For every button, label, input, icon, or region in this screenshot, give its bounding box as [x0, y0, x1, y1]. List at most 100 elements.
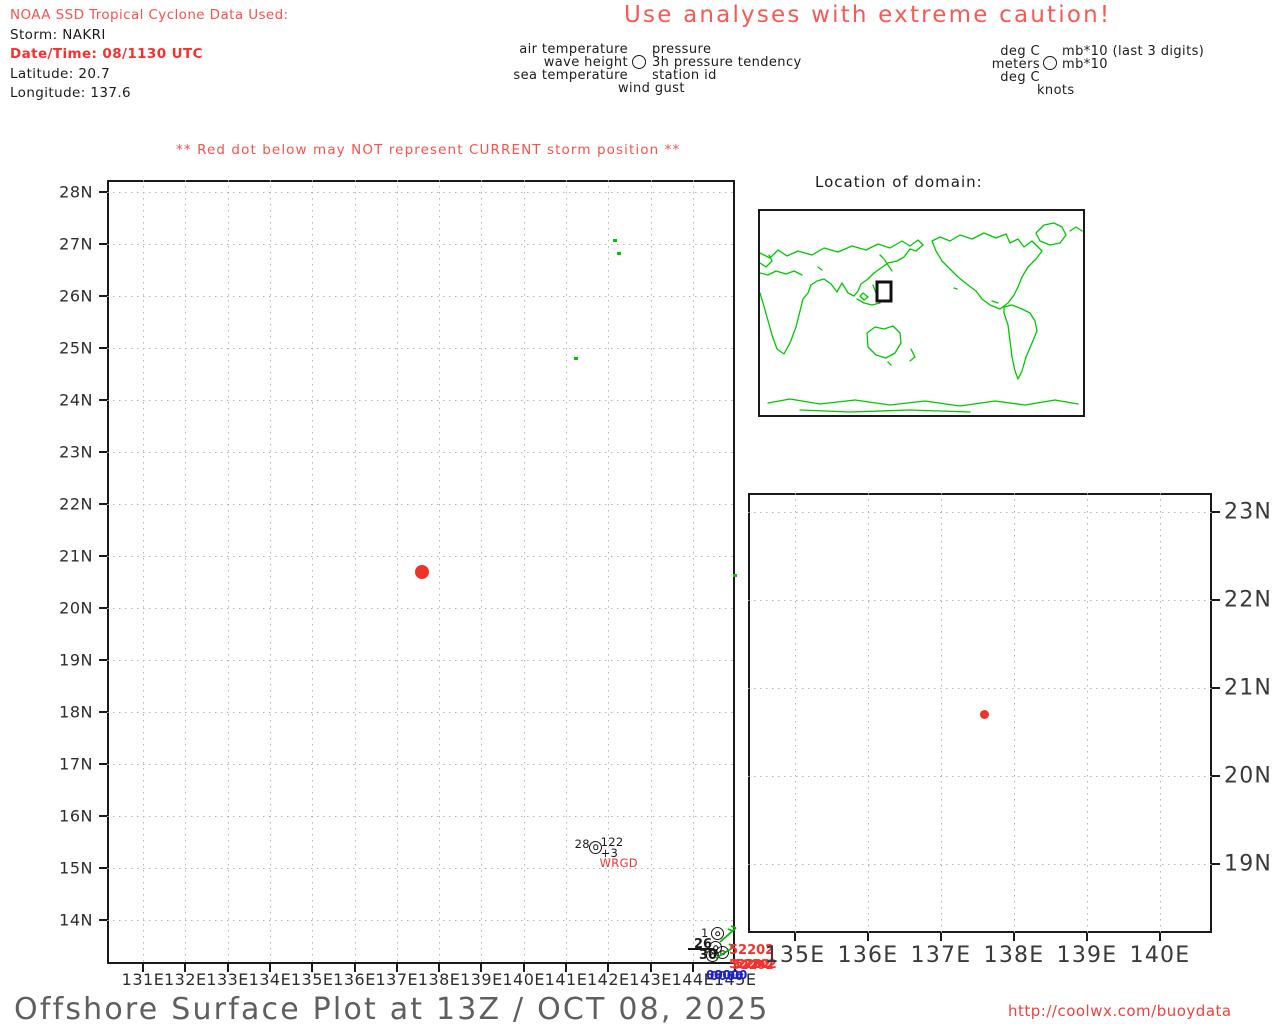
- y-tick-label: 22N: [1224, 587, 1273, 613]
- y-tick-label: 23N: [1224, 499, 1273, 525]
- y-tick-mark: [99, 451, 107, 453]
- y-gridline: [748, 776, 1212, 777]
- x-gridline: [1087, 493, 1088, 933]
- x-tick-mark: [794, 933, 796, 941]
- y-tick-mark: [99, 191, 107, 193]
- data-source-line: NOAA SSD Tropical Cyclone Data Used:: [10, 7, 289, 23]
- x-gridline: [523, 180, 525, 964]
- y-tick-mark: [1212, 687, 1220, 689]
- legend-wind-gust: wind gust: [618, 81, 685, 96]
- x-tick-label: 131E: [121, 970, 165, 989]
- y-gridline: [107, 868, 735, 869]
- x-gridline: [481, 180, 483, 964]
- storm-info-block: NOAA SSD Tropical Cyclone Data Used: Sto…: [10, 6, 289, 104]
- y-tick-mark: [99, 243, 107, 245]
- x-gridline: [439, 180, 441, 964]
- y-tick-label: 27N: [59, 234, 93, 254]
- x-gridline: [354, 180, 356, 964]
- station-id: WRGD: [599, 856, 638, 871]
- y-tick-mark: [99, 295, 107, 297]
- x-tick-label: 136E: [333, 970, 376, 989]
- y-gridline: [107, 712, 735, 713]
- x-tick-label: 133E: [206, 970, 249, 989]
- x-tick-label: 137E: [375, 970, 419, 989]
- y-tick-mark: [99, 815, 107, 817]
- y-gridline: [107, 920, 735, 921]
- x-tick-label: 143E: [629, 970, 672, 989]
- station-air-temp: 28: [574, 837, 590, 852]
- y-tick-mark: [99, 399, 107, 401]
- y-tick-mark: [99, 347, 107, 349]
- source-url-link[interactable]: http://coolwx.com/buoydata: [1008, 1002, 1232, 1020]
- y-tick-mark: [99, 659, 107, 661]
- y-gridline: [107, 660, 735, 661]
- page-title: Offshore Surface Plot at 13Z / OCT 08, 2…: [14, 992, 770, 1024]
- y-tick-label: 21N: [1224, 675, 1273, 701]
- x-gridline: [566, 180, 567, 964]
- y-gridline: [107, 400, 735, 401]
- antarctica-coast: [767, 398, 1079, 413]
- y-gridline: [107, 452, 735, 453]
- buoy-plot-page: NOAA SSD Tropical Cyclone Data Used: Sto…: [0, 0, 1280, 1024]
- x-gridline: [185, 180, 187, 964]
- x-gridline: [795, 493, 796, 933]
- eurasia-coast: [759, 239, 924, 297]
- storm-position-warning: ** Red dot below may NOT represent CURRE…: [176, 142, 681, 158]
- y-tick-label: 26N: [59, 286, 93, 306]
- y-tick-label: 24N: [59, 390, 93, 410]
- y-tick-mark: [1212, 863, 1220, 865]
- y-gridline: [107, 244, 735, 245]
- x-gridline: [227, 180, 229, 964]
- x-tick-mark: [1159, 933, 1161, 941]
- y-gridline: [748, 688, 1212, 689]
- unit-wind-gust: knots: [1037, 83, 1075, 98]
- x-tick-label: 135E: [764, 943, 826, 968]
- x-tick-label: 141E: [544, 970, 588, 989]
- africa-coast: [759, 284, 812, 355]
- island-mark: [574, 356, 579, 360]
- south-america-coast: [1003, 304, 1038, 380]
- y-tick-mark: [99, 867, 107, 869]
- y-tick-label: 15N: [59, 858, 93, 878]
- island-mark: [616, 251, 621, 255]
- x-gridline: [312, 180, 314, 964]
- storm-position-dot: [415, 564, 430, 579]
- europe-mediterranean: [759, 254, 803, 276]
- unit-sea-temperature: deg C: [1000, 70, 1040, 85]
- x-gridline: [692, 180, 694, 964]
- x-gridline: [396, 180, 398, 964]
- cluster-overlapping-ship-ids: 0000: [714, 968, 748, 982]
- y-tick-label: 20N: [59, 598, 93, 618]
- x-tick-label: 134E: [248, 970, 292, 989]
- storm-datetime: Date/Time: 08/1130 UTC: [10, 46, 203, 62]
- x-gridline: [143, 180, 144, 964]
- y-tick-mark: [99, 607, 107, 609]
- x-tick-label: 137E: [910, 943, 972, 968]
- world-map-inset: [758, 209, 1085, 417]
- australia-nz: [866, 325, 916, 366]
- x-tick-label: 139E: [1056, 943, 1118, 968]
- y-gridline: [107, 816, 735, 817]
- x-tick-label: 138E: [983, 943, 1045, 968]
- y-tick-mark: [1212, 599, 1220, 601]
- x-tick-mark: [867, 933, 869, 941]
- y-tick-label: 18N: [59, 702, 93, 722]
- y-tick-mark: [1212, 775, 1220, 777]
- x-tick-label: 136E: [837, 943, 899, 968]
- world-map: [759, 222, 1083, 413]
- x-tick-mark: [1013, 933, 1015, 941]
- y-tick-label: 25N: [59, 338, 93, 358]
- y-gridline: [107, 608, 735, 609]
- inset-title: Location of domain:: [815, 173, 983, 191]
- legend-sea-temperature: sea temperature: [513, 68, 628, 83]
- y-tick-label: 19N: [59, 650, 93, 670]
- y-tick-label: 17N: [59, 754, 93, 774]
- y-gridline: [748, 512, 1212, 513]
- x-tick-label: 139E: [460, 970, 503, 989]
- x-tick-mark: [1086, 933, 1088, 941]
- x-tick-label: 135E: [290, 970, 334, 989]
- x-tick-mark: [940, 933, 942, 941]
- domain-rectangle: [875, 280, 893, 303]
- x-gridline: [269, 180, 271, 964]
- y-tick-label: 28N: [59, 182, 93, 202]
